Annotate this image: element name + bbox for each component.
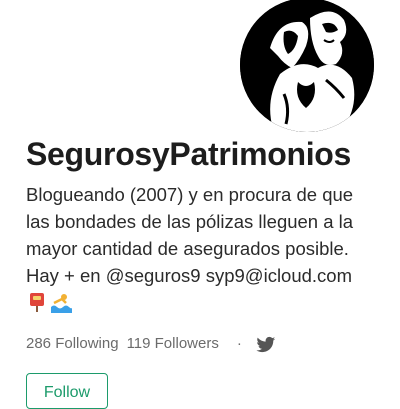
- separator-dot: ·: [236, 335, 242, 352]
- avatar-image: [240, 0, 374, 132]
- avatar[interactable]: [240, 0, 374, 132]
- followers-count[interactable]: 119 Followers: [127, 335, 219, 352]
- bio-line: Hay + en @seguros9 syp9@icloud.com: [26, 265, 353, 286]
- bio-emoji-row: [26, 291, 386, 313]
- twitter-bird-icon[interactable]: [256, 336, 276, 354]
- profile-name: SegurosyPatrimonios: [26, 136, 352, 172]
- swimmer-icon: [51, 294, 72, 313]
- bio-line: mayor cantidad de asegurados posible.: [26, 238, 349, 259]
- profile-stats: 286 Following 119 Followers ·: [26, 333, 276, 354]
- bio-line: las bondades de las pólizas lleguen a la: [26, 211, 354, 232]
- following-count[interactable]: 286 Following: [26, 335, 119, 352]
- profile-bio: Blogueando (2007) y en procura de que la…: [26, 181, 386, 313]
- bio-line: Blogueando (2007) y en procura de que: [26, 184, 354, 205]
- follow-button[interactable]: Follow: [26, 373, 108, 409]
- postbox-icon: [30, 293, 44, 312]
